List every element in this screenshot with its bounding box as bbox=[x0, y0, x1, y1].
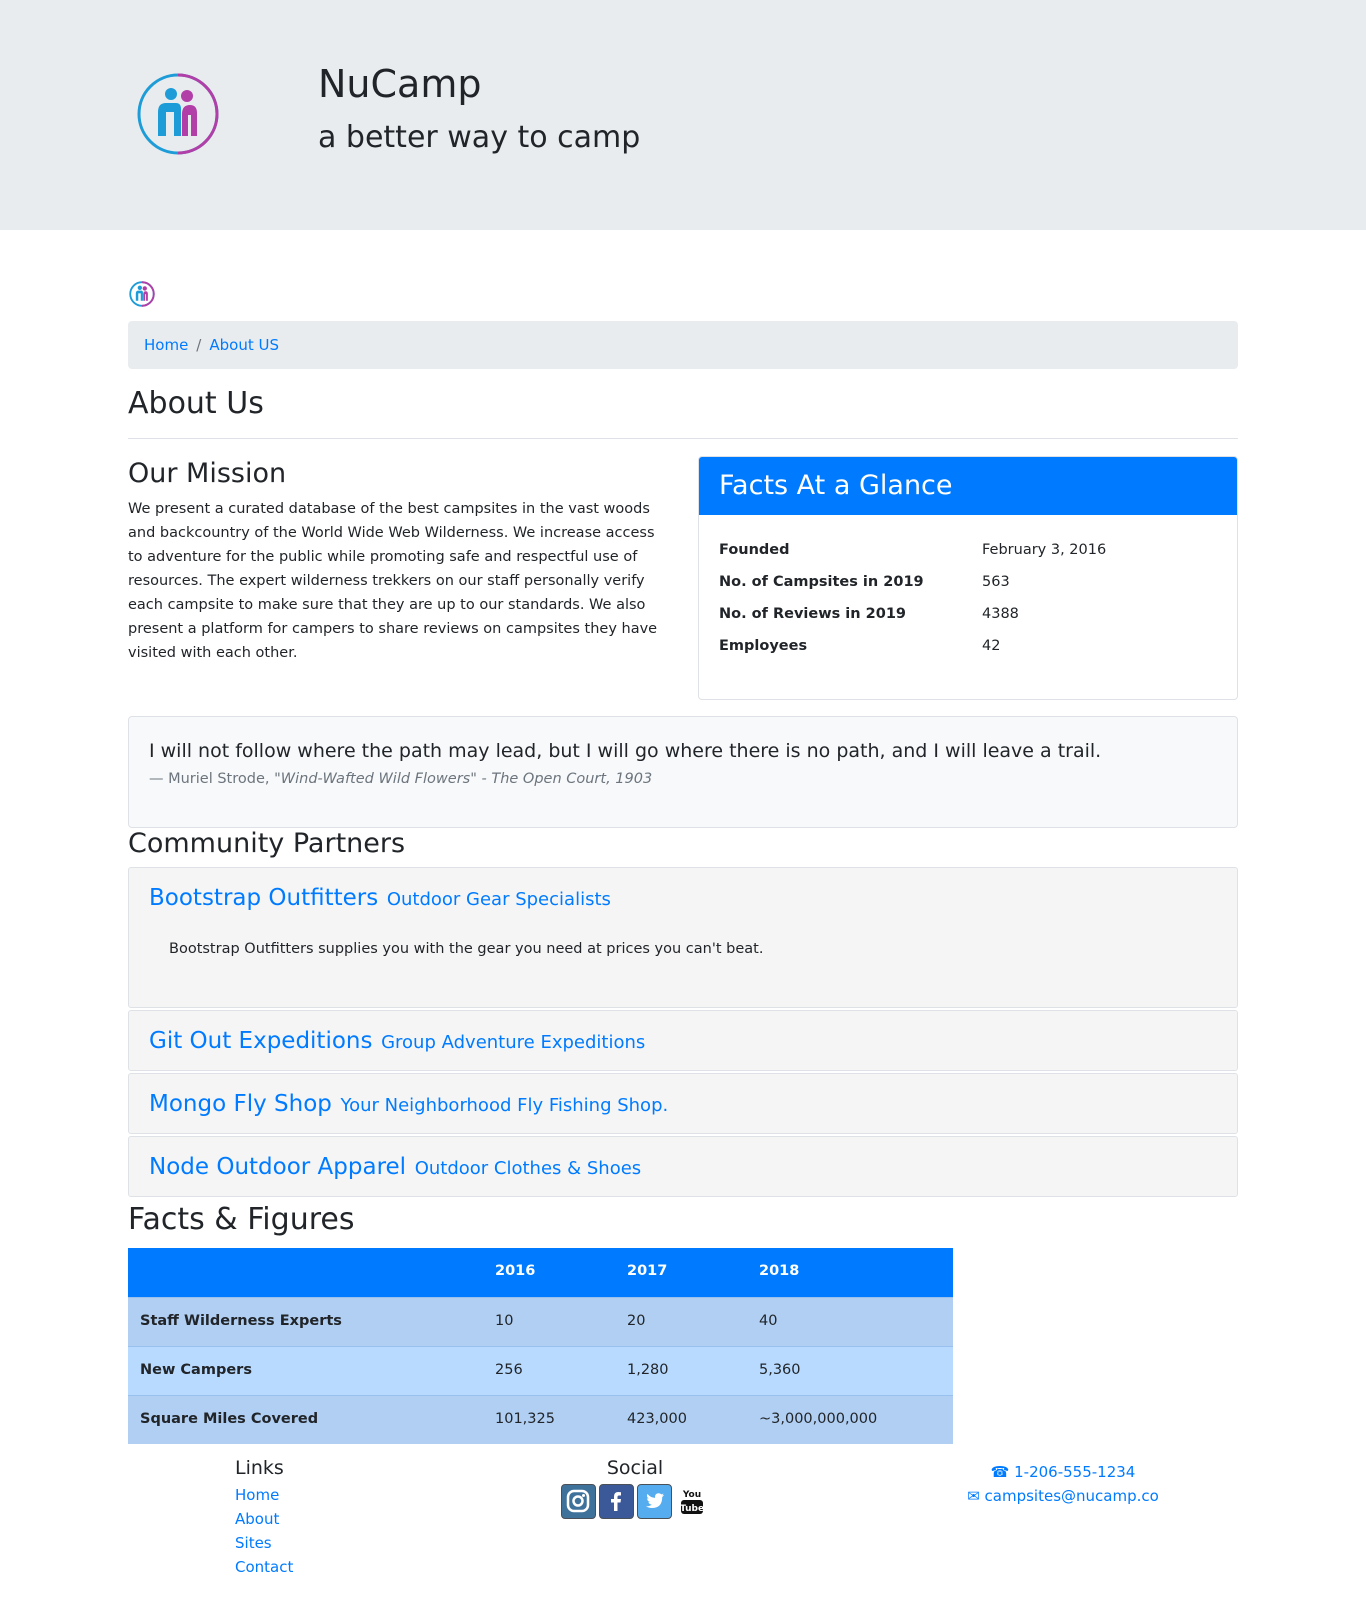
fact-row-founded: Founded February 3, 2016 bbox=[719, 535, 1217, 567]
partner-item-git-out-expeditions[interactable]: Git Out Expeditions Group Adventure Expe… bbox=[128, 1010, 1238, 1071]
footer-social: Social You Tube bbox=[560, 1456, 710, 1519]
partner-name[interactable]: Git Out Expeditions bbox=[149, 1028, 372, 1054]
footer-links: Links Home About Sites Contact bbox=[235, 1456, 293, 1579]
table-cell: 10 bbox=[483, 1296, 615, 1346]
facebook-icon[interactable] bbox=[598, 1483, 634, 1519]
mission-heading: Our Mission bbox=[128, 458, 287, 489]
quote-text: I will not follow where the path may lea… bbox=[149, 740, 1102, 762]
divider bbox=[128, 438, 1238, 439]
table-cell: 423,000 bbox=[615, 1394, 747, 1444]
table-cell: 256 bbox=[483, 1345, 615, 1395]
table-cell: 101,325 bbox=[483, 1394, 615, 1444]
fact-value: 4388 bbox=[982, 606, 1019, 623]
nucamp-small-logo[interactable] bbox=[129, 281, 155, 307]
instagram-icon[interactable] bbox=[560, 1483, 596, 1519]
table-header-cell bbox=[128, 1248, 483, 1297]
site-title: NuCamp bbox=[318, 62, 482, 106]
phone-number: 1-206-555-1234 bbox=[1014, 1463, 1136, 1481]
table-cell: ~3,000,000,000 bbox=[747, 1394, 953, 1444]
footer-link-about[interactable]: About bbox=[235, 1507, 293, 1531]
envelope-icon: ✉ bbox=[967, 1487, 980, 1505]
quote-footer: — Muriel Strode, "Wind-Wafted Wild Flowe… bbox=[149, 768, 1217, 792]
page-title: About Us bbox=[128, 386, 264, 421]
fact-label: No. of Campsites in 2019 bbox=[719, 574, 924, 591]
breadcrumb-home-link[interactable]: Home bbox=[144, 336, 188, 354]
partner-name[interactable]: Mongo Fly Shop bbox=[149, 1091, 332, 1117]
partners-heading: Community Partners bbox=[128, 828, 406, 859]
fact-row-reviews: No. of Reviews in 2019 4388 bbox=[719, 599, 1217, 631]
table-row-label: New Campers bbox=[128, 1345, 483, 1395]
footer-link-home[interactable]: Home bbox=[235, 1483, 293, 1507]
table-cell: 20 bbox=[615, 1296, 747, 1346]
nucamp-logo bbox=[137, 73, 219, 155]
site-subtitle: a better way to camp bbox=[318, 120, 641, 155]
partner-tagline: Outdoor Clothes & Shoes bbox=[414, 1158, 642, 1179]
quote-author: — Muriel Strode, bbox=[149, 770, 275, 787]
partner-tagline: Group Adventure Expeditions bbox=[381, 1032, 646, 1053]
facts-heading: Facts At a Glance bbox=[699, 457, 1237, 515]
table-cell: 40 bbox=[747, 1296, 953, 1346]
table-cell: 5,360 bbox=[747, 1345, 953, 1395]
table-row-label: Square Miles Covered bbox=[128, 1394, 483, 1444]
partner-tagline: Your Neighborhood Fly Fishing Shop. bbox=[340, 1095, 669, 1116]
breadcrumb: Home / About US bbox=[128, 321, 1238, 369]
fact-value: 563 bbox=[982, 574, 1010, 591]
breadcrumb-separator: / bbox=[196, 336, 202, 354]
table-row: New Campers 256 1,280 5,360 bbox=[128, 1345, 953, 1395]
youtube-icon-text-bottom: Tube bbox=[680, 1504, 704, 1514]
figures-heading: Facts & Figures bbox=[128, 1202, 355, 1237]
table-header-row: 2016 2017 2018 bbox=[128, 1248, 953, 1297]
quote-source: "Wind-Wafted Wild Flowers" - The Open Co… bbox=[274, 770, 653, 787]
fact-label: No. of Reviews in 2019 bbox=[719, 606, 906, 623]
facts-list: Founded February 3, 2016 No. of Campsite… bbox=[699, 515, 1237, 683]
table-row: Staff Wilderness Experts 10 20 40 bbox=[128, 1296, 953, 1346]
mission-text: We present a curated database of the bes… bbox=[128, 501, 658, 661]
fact-row-campsites: No. of Campsites in 2019 563 bbox=[719, 567, 1217, 599]
table-row-label: Staff Wilderness Experts bbox=[128, 1296, 483, 1346]
fact-label: Employees bbox=[719, 638, 808, 655]
email-link[interactable]: ✉ campsites@nucamp.co bbox=[958, 1484, 1168, 1508]
partner-name[interactable]: Bootstrap Outfitters bbox=[149, 885, 378, 911]
footer-link-contact[interactable]: Contact bbox=[235, 1555, 293, 1579]
footer-social-heading: Social bbox=[606, 1457, 664, 1479]
table-header-cell: 2017 bbox=[615, 1248, 747, 1297]
partner-description: Bootstrap Outfitters supplies you with t… bbox=[169, 940, 764, 957]
partner-name[interactable]: Node Outdoor Apparel bbox=[149, 1154, 406, 1180]
twitter-icon[interactable] bbox=[636, 1483, 672, 1519]
table-header-cell: 2018 bbox=[747, 1248, 953, 1297]
phone-icon: ☎ bbox=[990, 1463, 1010, 1481]
social-icons: You Tube bbox=[560, 1483, 710, 1519]
youtube-icon[interactable]: You Tube bbox=[674, 1483, 710, 1519]
phone-link[interactable]: ☎ 1-206-555-1234 bbox=[958, 1460, 1168, 1484]
breadcrumb-current-link[interactable]: About US bbox=[209, 336, 279, 354]
footer-contact: ☎ 1-206-555-1234 ✉ campsites@nucamp.co bbox=[958, 1460, 1168, 1508]
fact-label: Founded bbox=[719, 542, 790, 559]
fact-row-employees: Employees 42 bbox=[719, 631, 1217, 663]
footer-link-sites[interactable]: Sites bbox=[235, 1531, 293, 1555]
partner-item-node-outdoor-apparel[interactable]: Node Outdoor Apparel Outdoor Clothes & S… bbox=[128, 1136, 1238, 1197]
footer-links-heading: Links bbox=[235, 1457, 284, 1479]
partner-item-bootstrap-outfitters[interactable]: Bootstrap Outfitters Outdoor Gear Specia… bbox=[128, 867, 1238, 1008]
partner-tagline: Outdoor Gear Specialists bbox=[386, 889, 611, 910]
partner-item-mongo-fly-shop[interactable]: Mongo Fly Shop Your Neighborhood Fly Fis… bbox=[128, 1073, 1238, 1134]
youtube-icon-text-top: You bbox=[682, 1490, 701, 1500]
facts-card: Facts At a Glance Founded February 3, 20… bbox=[698, 456, 1238, 700]
figures-table: 2016 2017 2018 Staff Wilderness Experts … bbox=[128, 1248, 953, 1444]
fact-value: 42 bbox=[982, 638, 1001, 655]
site-header: NuCamp a better way to camp bbox=[0, 0, 1366, 230]
table-row: Square Miles Covered 101,325 423,000 ~3,… bbox=[128, 1394, 953, 1444]
fact-value: February 3, 2016 bbox=[982, 542, 1107, 559]
table-header-cell: 2016 bbox=[483, 1248, 615, 1297]
email-address: campsites@nucamp.co bbox=[984, 1487, 1159, 1505]
quote-card: I will not follow where the path may lea… bbox=[128, 716, 1238, 828]
table-cell: 1,280 bbox=[615, 1345, 747, 1395]
